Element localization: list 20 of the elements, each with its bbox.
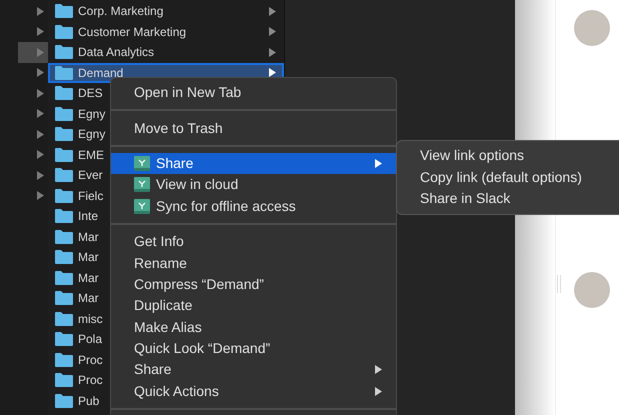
folder-name: Proc (78, 372, 103, 390)
folder-name: Mar (78, 228, 99, 246)
folder-name: EME (78, 146, 104, 164)
folder-name: Ever (78, 167, 103, 184)
folder-name: Proc (78, 352, 103, 369)
folder-name: Data Analytics (78, 44, 154, 62)
folder-name: Mar (78, 249, 99, 266)
folder-name: Pub (78, 392, 100, 410)
folder-name: Mar (78, 270, 99, 287)
folder-name: Corp. Marketing (78, 3, 164, 20)
folder-name: Mar (78, 290, 99, 308)
folder-name: misc (78, 310, 103, 328)
folder-name: Fielc (78, 188, 104, 205)
folder-name: Inte (78, 208, 98, 226)
folder-name: Egny (78, 106, 106, 123)
folder-name: DES (78, 85, 103, 102)
folder-name: Pola (78, 331, 102, 348)
folder-name: Demand (78, 64, 124, 82)
folder-name: Customer Marketing (78, 24, 186, 41)
folder-name: Egny (78, 126, 106, 144)
